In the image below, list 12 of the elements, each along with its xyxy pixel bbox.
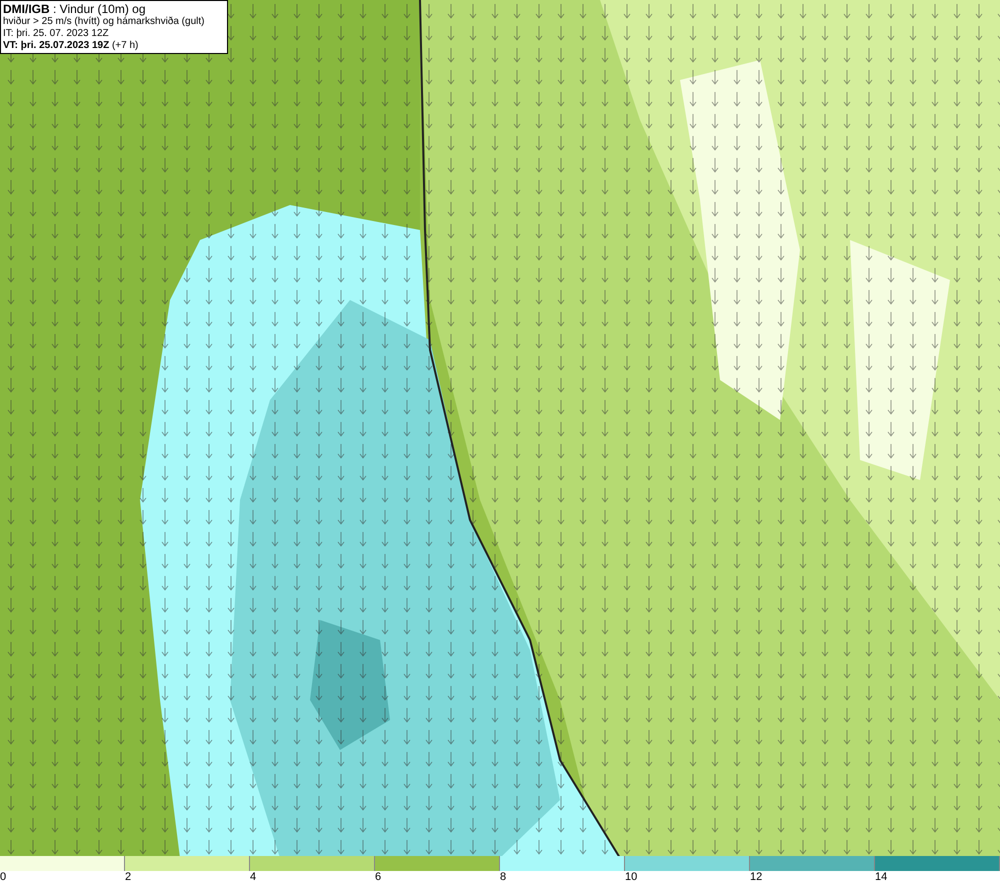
legend-label: 10: [625, 871, 638, 884]
caption-line: DMI/IGB : Vindur (10m) og: [3, 2, 146, 16]
legend-label: 6: [375, 871, 382, 884]
legend-label: 8: [500, 871, 506, 884]
caption-line: VT: þri. 25.07.2023 19Z (+7 h): [3, 40, 140, 52]
legend-label: 14: [875, 871, 888, 884]
legend-label: 2: [125, 871, 132, 884]
legend-label: 12: [750, 871, 762, 884]
caption-line: hviður > 25 m/s (hvítt) og hámarkshviða (gult): [3, 16, 206, 28]
caption-line: IT: þri. 25. 07. 2023 12Z: [3, 28, 110, 40]
legend-label: 0: [0, 871, 6, 884]
legend-label: 4: [250, 871, 256, 884]
